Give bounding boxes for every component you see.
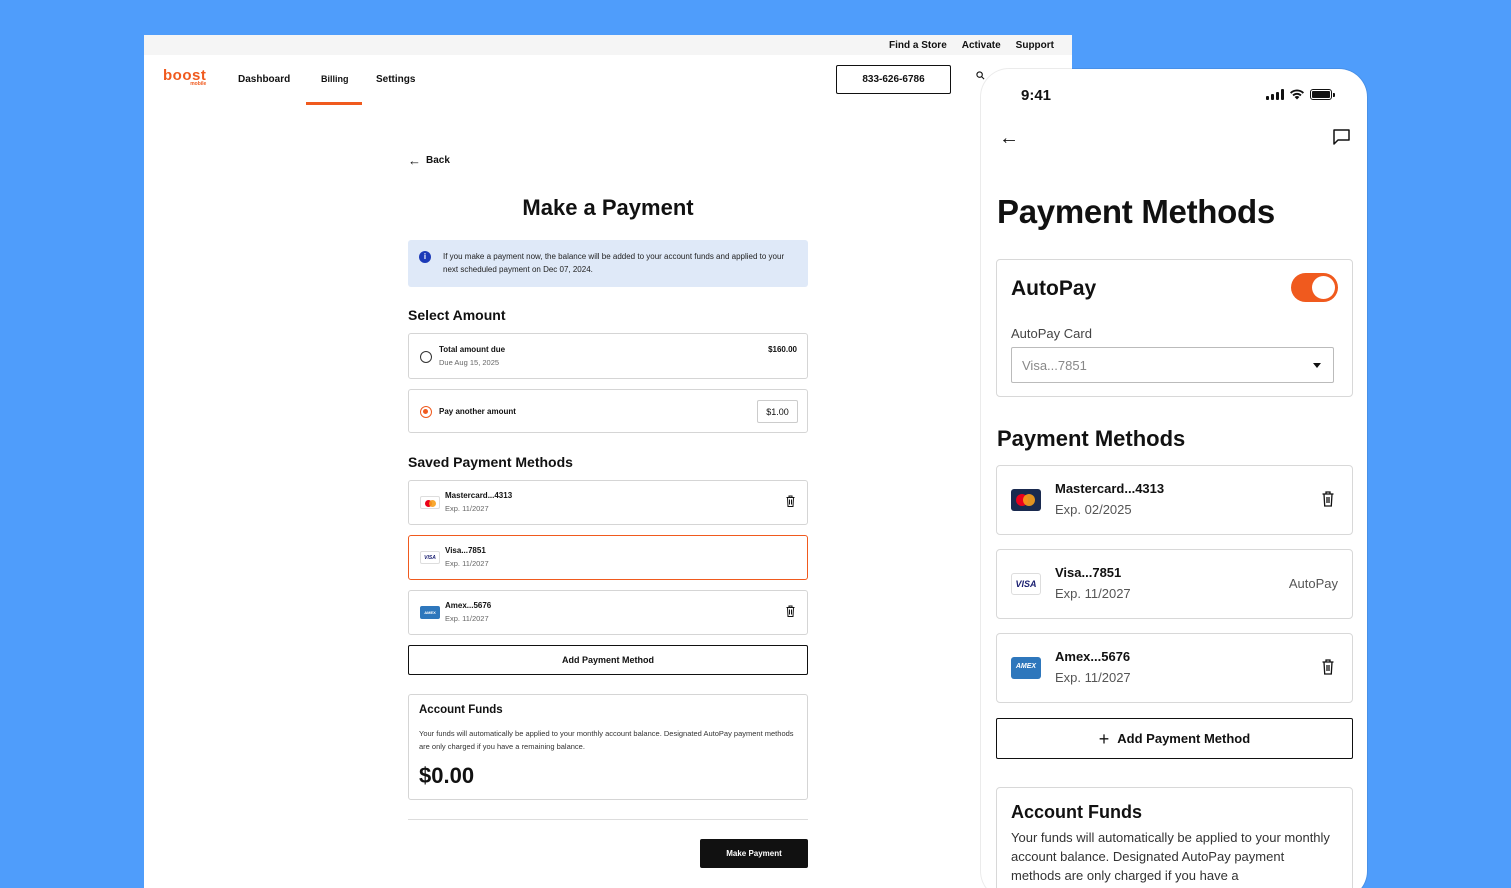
card-name: Visa...7851: [445, 546, 486, 555]
autopay-toggle[interactable]: [1291, 273, 1338, 302]
option-label: Pay another amount: [439, 407, 516, 416]
find-store-link[interactable]: Find a Store: [889, 40, 947, 51]
nav-dashboard[interactable]: Dashboard: [238, 74, 290, 85]
mobile-page-title: Payment Methods: [997, 193, 1275, 230]
card-expiry: Exp. 11/2027: [445, 559, 489, 568]
trash-icon[interactable]: [786, 495, 795, 507]
chat-icon[interactable]: [1333, 129, 1350, 145]
mobile-account-funds-card: Account Funds Your funds will automatica…: [996, 787, 1353, 888]
mobile-add-payment-method-button[interactable]: + Add Payment Method: [996, 718, 1353, 759]
trash-icon[interactable]: [1322, 659, 1334, 675]
saved-card-mastercard[interactable]: Mastercard...4313 Exp. 11/2027: [408, 480, 808, 525]
mobile-card-mastercard[interactable]: Mastercard...4313 Exp. 02/2025: [996, 465, 1353, 535]
status-time: 9:41: [1021, 87, 1052, 104]
mobile-screen: 9:41 ← Payment Methods AutoPay AutoPay C…: [981, 69, 1367, 888]
wifi-icon: [1290, 89, 1304, 100]
card-name: Amex...5676: [445, 601, 492, 610]
saved-methods-heading: Saved Payment Methods: [408, 454, 573, 470]
mastercard-icon: [420, 496, 440, 509]
boost-logo[interactable]: boost mobile: [163, 68, 206, 87]
info-banner: i If you make a payment now, the balance…: [408, 240, 808, 287]
option-due-date: Due Aug 15, 2025: [439, 358, 500, 367]
visa-icon: VISA: [420, 551, 440, 564]
phone-number-button[interactable]: 833-626-6786: [836, 65, 951, 94]
trash-icon[interactable]: [786, 605, 795, 617]
card-name: Amex...5676: [1055, 649, 1131, 664]
autopay-tag: AutoPay: [1288, 576, 1338, 591]
option-amount: $160.00: [768, 345, 797, 354]
select-amount-heading: Select Amount: [408, 307, 506, 323]
nav-settings[interactable]: Settings: [376, 74, 415, 85]
saved-card-visa[interactable]: VISA Visa...7851 Exp. 11/2027: [408, 535, 808, 580]
desktop-window: Find a Store Activate Support boost mobi…: [144, 35, 1072, 888]
plus-icon: +: [1098, 728, 1110, 749]
autopay-heading: AutoPay: [1011, 277, 1097, 300]
mastercard-icon: [1011, 489, 1041, 511]
mobile-card-visa[interactable]: VISA Visa...7851 Exp. 11/2027 AutoPay: [996, 549, 1353, 619]
utility-nav: Find a Store Activate Support: [144, 35, 1072, 55]
page-title: Make a Payment: [522, 195, 694, 220]
autopay-card-label: AutoPay Card: [1011, 326, 1092, 341]
radio-other[interactable]: [420, 406, 432, 418]
radio-total[interactable]: [420, 351, 432, 363]
back-arrow-icon: ←: [408, 153, 421, 168]
other-amount-input[interactable]: $1.00: [757, 400, 798, 423]
card-expiry: Exp. 11/2027: [445, 504, 489, 513]
back-label: Back: [426, 155, 450, 166]
trash-icon[interactable]: [1322, 491, 1334, 507]
card-name: Mastercard...4313: [445, 491, 513, 500]
search-icon[interactable]: [976, 71, 985, 80]
card-expiry: Exp. 11/2027: [445, 614, 489, 623]
account-funds-text: Your funds will automatically be applied…: [419, 729, 794, 751]
add-payment-method-button[interactable]: Add Payment Method: [408, 645, 808, 675]
account-funds-heading: Account Funds: [419, 704, 503, 716]
amex-icon: AMEX: [420, 606, 440, 619]
option-label: Total amount due: [439, 345, 506, 354]
amount-option-other[interactable]: Pay another amount $1.00: [408, 389, 808, 433]
make-payment-button[interactable]: Make Payment: [700, 839, 808, 868]
autopay-card-select[interactable]: Visa...7851: [1011, 347, 1334, 383]
account-funds-card: Account Funds Your funds will automatica…: [408, 694, 808, 800]
saved-card-amex[interactable]: AMEX Amex...5676 Exp. 11/2027: [408, 590, 808, 635]
divider: [408, 819, 808, 820]
back-arrow-icon[interactable]: ←: [999, 127, 1019, 150]
card-expiry: Exp. 11/2027: [1055, 670, 1131, 685]
card-expiry: Exp. 02/2025: [1055, 502, 1132, 517]
info-icon: i: [419, 251, 431, 263]
account-funds-heading: Account Funds: [1011, 802, 1142, 822]
card-expiry: Exp. 11/2027: [1055, 586, 1131, 601]
account-funds-value: $0.00: [419, 763, 475, 788]
signal-icon: [1266, 88, 1284, 100]
support-link[interactable]: Support: [1016, 40, 1054, 51]
card-name: Visa...7851: [1055, 565, 1122, 580]
status-icons: [1266, 88, 1335, 100]
autopay-card-value: Visa...7851: [1022, 358, 1087, 373]
chevron-down-icon: [1313, 363, 1321, 368]
add-label: Add Payment Method: [1117, 731, 1251, 746]
amount-option-total[interactable]: Total amount due Due Aug 15, 2025 $160.0…: [408, 333, 808, 379]
nav-billing[interactable]: Billing: [321, 74, 349, 84]
back-link[interactable]: ← Back: [408, 153, 450, 168]
mobile-card-amex[interactable]: AMEX Amex...5676 Exp. 11/2027: [996, 633, 1353, 703]
info-text: If you make a payment now, the balance w…: [443, 252, 785, 274]
card-name: Mastercard...4313: [1055, 481, 1165, 496]
battery-icon: [1310, 88, 1335, 100]
amex-icon: AMEX: [1011, 657, 1041, 679]
activate-link[interactable]: Activate: [962, 40, 1001, 51]
active-tab-indicator: [306, 102, 362, 105]
main-nav: boost mobile Dashboard Billing Settings …: [144, 55, 1072, 105]
account-funds-text: Your funds will automatically be applied…: [1011, 830, 1330, 883]
payment-methods-heading: Payment Methods: [997, 426, 1186, 451]
visa-icon: VISA: [1011, 573, 1041, 595]
autopay-card: AutoPay AutoPay Card Visa...7851: [996, 259, 1353, 397]
